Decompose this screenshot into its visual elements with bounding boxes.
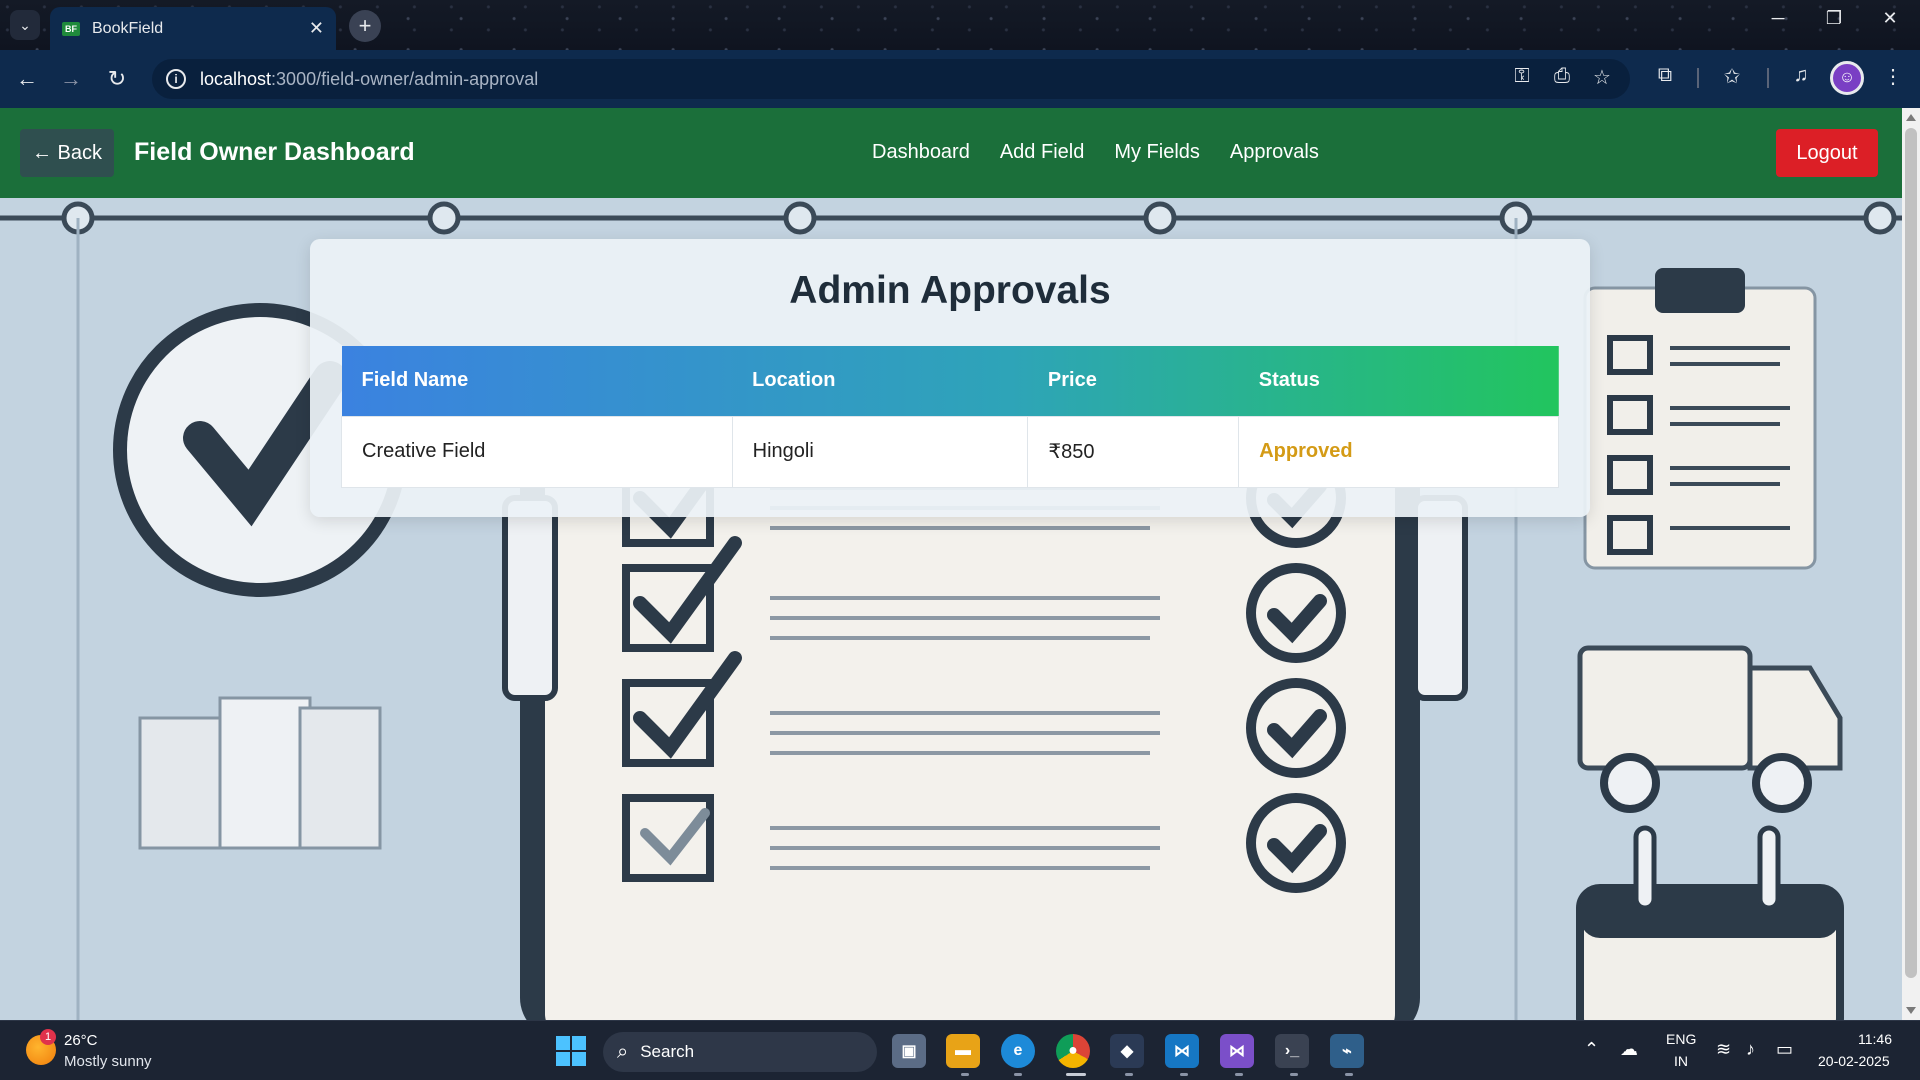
scroll-up-icon[interactable]	[1906, 114, 1916, 121]
weather-description[interactable]: Mostly sunny	[64, 1053, 152, 1070]
tab-search-chevron-down-icon[interactable]: ⌄	[10, 10, 40, 40]
windows-start-icon[interactable]	[556, 1036, 586, 1066]
page-viewport: ← Back Field Owner Dashboard Dashboard A…	[0, 108, 1902, 1020]
running-indicator	[1125, 1073, 1133, 1076]
scrollbar-thumb[interactable]	[1905, 128, 1917, 978]
logout-button[interactable]: Logout	[1776, 129, 1878, 177]
file-explorer-icon[interactable]: ▬	[946, 1034, 980, 1068]
region-indicator[interactable]: IN	[1674, 1053, 1688, 1069]
search-icon: ⌕	[617, 1040, 629, 1063]
password-key-icon[interactable]: ⚿	[1508, 65, 1536, 88]
new-tab-button[interactable]: +	[349, 10, 381, 42]
terminal-icon[interactable]: ›_	[1275, 1034, 1309, 1068]
nav-link-my-fields[interactable]: My Fields	[1114, 141, 1200, 164]
weather-notification-badge: 1	[40, 1029, 56, 1045]
approvals-table: Field Name Location Price Status Creativ…	[341, 346, 1559, 488]
search-label: Search	[640, 1042, 695, 1061]
address-bar[interactable]: i localhost:3000/field-owner/admin-appro…	[152, 59, 1630, 99]
running-indicator	[1290, 1073, 1298, 1076]
task-view-icon[interactable]: ▣	[892, 1034, 926, 1068]
running-indicator	[1180, 1073, 1188, 1076]
reload-icon[interactable]: ↻	[102, 64, 132, 94]
nav-link-dashboard[interactable]: Dashboard	[872, 141, 970, 164]
chrome-browser-icon[interactable]: ●	[1056, 1034, 1090, 1068]
browser-tab-bar: ⌄ BF BookField ✕ + ─ ❐ ✕	[0, 0, 1920, 50]
tab-title: BookField	[92, 19, 164, 37]
nav-link-approvals[interactable]: Approvals	[1230, 141, 1319, 164]
visual-studio-icon[interactable]: ⋈	[1220, 1034, 1254, 1068]
running-indicator	[1014, 1073, 1022, 1076]
clock-date[interactable]: 20-02-2025	[1818, 1053, 1890, 1069]
minimize-window-icon[interactable]: ─	[1758, 8, 1798, 29]
page-title: Admin Approvals	[789, 269, 1111, 312]
toolbar-divider	[1697, 68, 1699, 88]
onedrive-cloud-icon[interactable]: ☁	[1620, 1039, 1638, 1060]
running-indicator	[1235, 1073, 1243, 1076]
vscode-icon[interactable]: ⋈	[1165, 1034, 1199, 1068]
table-header-row: Field Name Location Price Status	[341, 346, 1559, 416]
close-window-icon[interactable]: ✕	[1870, 8, 1910, 29]
volume-icon[interactable]: ♪	[1746, 1039, 1755, 1060]
app-navbar: ← Back Field Owner Dashboard Dashboard A…	[0, 108, 1902, 198]
windows-taskbar: 1 26°C Mostly sunny ⌕ Search ▣ ▬ e ● ◆ ⋈…	[0, 1020, 1920, 1080]
cell-price: ₹850	[1027, 415, 1240, 488]
extensions-icon[interactable]: ⧉	[1650, 64, 1680, 87]
tab-favicon-icon: BF	[62, 21, 80, 36]
browser-toolbar: ← → ↻ i localhost:3000/field-owner/admin…	[0, 50, 1920, 108]
language-indicator[interactable]: ENG	[1666, 1031, 1696, 1047]
weather-temperature[interactable]: 26°C	[64, 1032, 98, 1049]
cell-location: Hingoli	[731, 415, 1029, 488]
back-arrow-icon[interactable]: ←	[12, 64, 42, 94]
git-app-icon[interactable]: ◆	[1110, 1034, 1144, 1068]
status-badge: Approved	[1238, 415, 1559, 488]
url-host: localhost	[200, 68, 272, 89]
battery-icon[interactable]: ▭	[1776, 1039, 1793, 1060]
page-scrollbar[interactable]	[1902, 108, 1920, 1020]
bookmark-star-icon[interactable]: ☆	[1588, 65, 1616, 90]
edge-browser-icon[interactable]: e	[1001, 1034, 1035, 1068]
scroll-down-icon[interactable]	[1906, 1007, 1916, 1014]
show-hidden-icons-chevron-up-icon[interactable]: ⌃	[1584, 1039, 1599, 1060]
table-row: Creative Field Hingoli ₹850 Approved	[341, 415, 1559, 488]
install-app-icon[interactable]: ⎙	[1548, 65, 1576, 88]
media-control-icon[interactable]: ♫	[1786, 64, 1816, 87]
dev-tool-icon[interactable]: ⌁	[1330, 1034, 1364, 1068]
tab-close-icon[interactable]: ✕	[309, 18, 324, 39]
active-indicator	[1066, 1073, 1086, 1076]
browser-tab-bookfield[interactable]: BF BookField ✕	[50, 7, 336, 50]
column-header-status: Status	[1258, 369, 1320, 392]
column-header-location: Location	[752, 369, 836, 392]
browser-menu-icon[interactable]: ⋮	[1878, 64, 1908, 89]
running-indicator	[1345, 1073, 1353, 1076]
back-button[interactable]: ← Back	[20, 129, 114, 177]
forward-arrow-icon[interactable]: →	[56, 64, 86, 94]
nav-link-add-field[interactable]: Add Field	[1000, 141, 1085, 164]
bookmarks-icon[interactable]: ✩	[1717, 64, 1747, 89]
running-indicator	[961, 1073, 969, 1076]
taskbar-search-box[interactable]: ⌕ Search	[603, 1032, 877, 1072]
clock-time[interactable]: 11:46	[1858, 1031, 1892, 1047]
cell-field-name: Creative Field	[341, 415, 733, 488]
dashboard-title: Field Owner Dashboard	[134, 138, 415, 166]
nav-links: Dashboard Add Field My Fields Approvals	[872, 141, 1319, 164]
toolbar-divider	[1767, 68, 1769, 88]
approvals-card: Admin Approvals Field Name Location Pric…	[310, 239, 1590, 517]
site-info-icon[interactable]: i	[166, 69, 186, 89]
profile-avatar-icon[interactable]: ☺	[1830, 61, 1864, 95]
wifi-icon[interactable]: ≋	[1716, 1039, 1731, 1060]
column-header-field-name: Field Name	[361, 369, 469, 392]
restore-window-icon[interactable]: ❐	[1814, 8, 1854, 29]
url-path: :3000/field-owner/admin-approval	[271, 68, 539, 89]
column-header-price: Price	[1047, 369, 1097, 392]
